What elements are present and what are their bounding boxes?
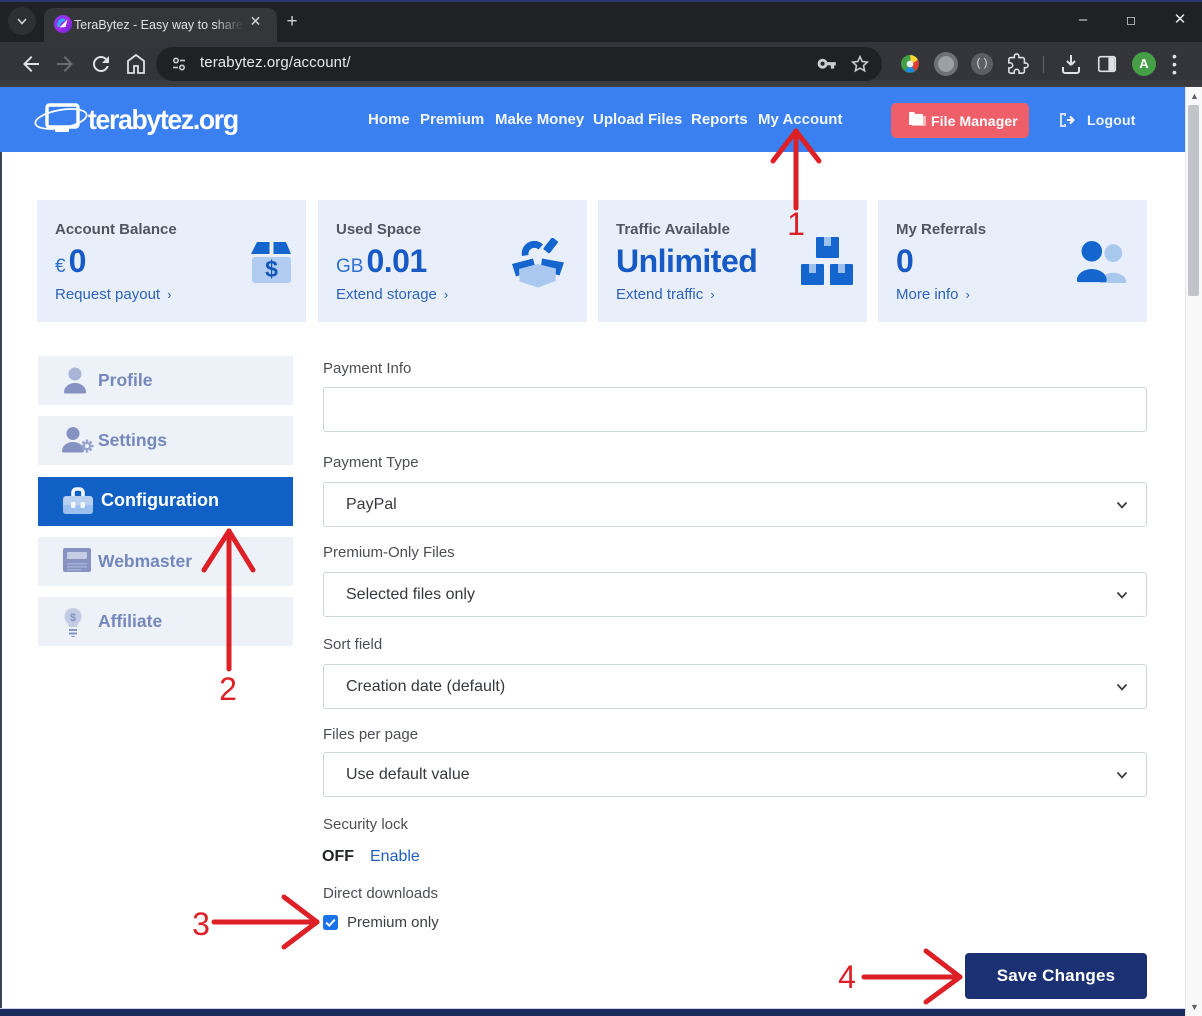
svg-text:1: 1: [787, 206, 805, 242]
svg-text:4: 4: [838, 959, 856, 995]
svg-text:2: 2: [219, 671, 237, 707]
svg-text:3: 3: [192, 906, 210, 942]
